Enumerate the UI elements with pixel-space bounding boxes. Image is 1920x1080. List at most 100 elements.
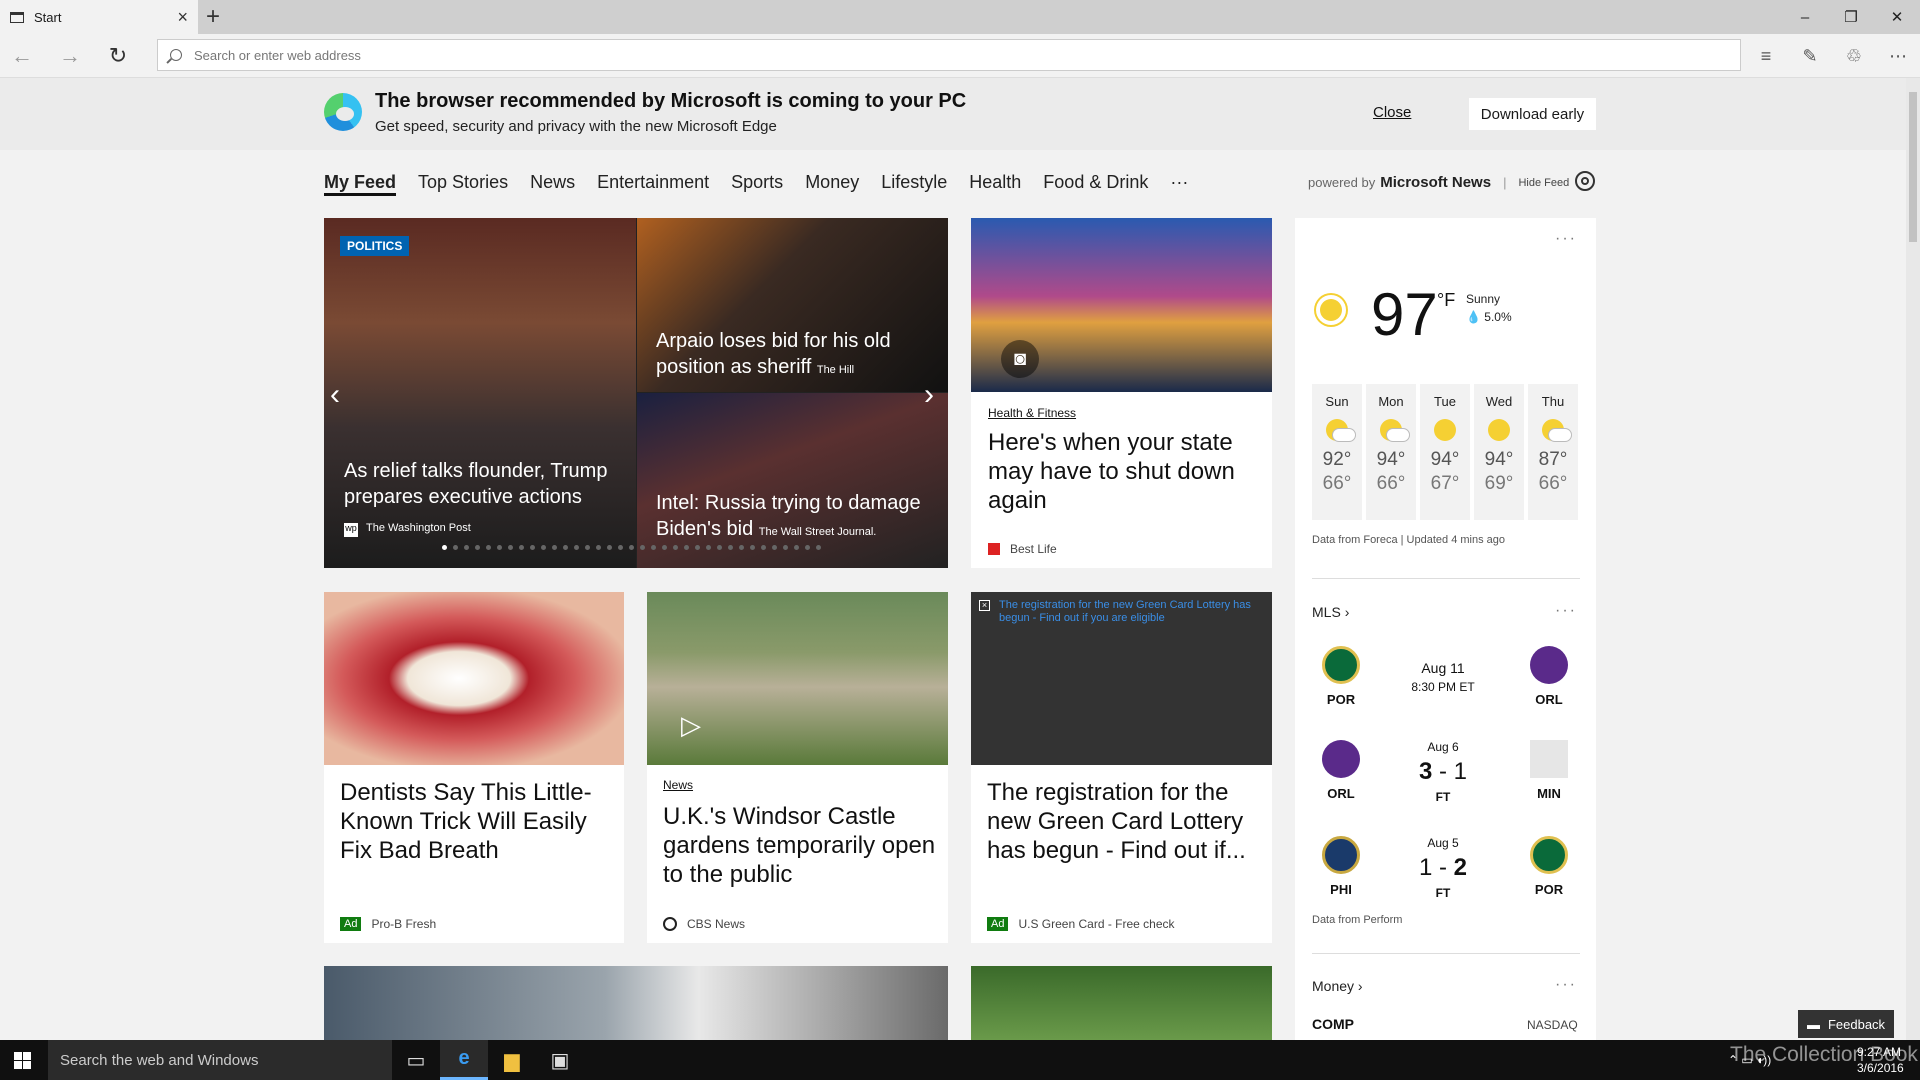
carousel-dot[interactable] xyxy=(805,545,810,550)
carousel-dot[interactable] xyxy=(739,545,744,550)
money-title[interactable]: Money › xyxy=(1312,978,1363,994)
carousel-dot[interactable] xyxy=(728,545,733,550)
scrollbar-thumb[interactable] xyxy=(1909,92,1917,242)
carousel-prev-icon[interactable]: ‹ xyxy=(330,378,340,412)
hero-top-caption[interactable]: Arpaio loses bid for his old position as… xyxy=(656,328,936,383)
tab-close-icon[interactable]: × xyxy=(177,7,188,28)
carousel-dot[interactable] xyxy=(519,545,524,550)
carousel-next-icon[interactable]: › xyxy=(924,378,934,412)
card-category[interactable]: News xyxy=(663,778,693,792)
card-headline[interactable]: The registration for the new Green Card … xyxy=(987,778,1267,865)
carousel-dot[interactable] xyxy=(497,545,502,550)
team-logo-phi[interactable] xyxy=(1322,836,1360,874)
tab-more[interactable]: ··· xyxy=(1170,172,1188,196)
web-note-icon[interactable]: ✎ xyxy=(1795,44,1825,68)
file-explorer-icon[interactable]: ▆ xyxy=(488,1040,536,1080)
banner-close-link[interactable]: Close xyxy=(1373,104,1411,121)
tab-health[interactable]: Health xyxy=(969,172,1021,196)
carousel-dot[interactable] xyxy=(585,545,590,550)
news-card-dentists[interactable]: Dentists Say This Little-Known Trick Wil… xyxy=(324,592,624,943)
carousel-dot[interactable] xyxy=(794,545,799,550)
more-actions-icon[interactable]: ⋯ xyxy=(1883,44,1913,68)
address-bar[interactable]: Search or enter web address xyxy=(157,39,1741,71)
carousel-dot[interactable] xyxy=(508,545,513,550)
news-card-health[interactable]: ◙ Health & Fitness Here's when your stat… xyxy=(971,218,1272,568)
mls-title[interactable]: MLS › xyxy=(1312,604,1349,620)
carousel-dot[interactable] xyxy=(618,545,623,550)
close-button[interactable]: ✕ xyxy=(1874,0,1920,34)
carousel-dot[interactable] xyxy=(464,545,469,550)
tab-top-stories[interactable]: Top Stories xyxy=(418,172,508,196)
carousel-dot[interactable] xyxy=(717,545,722,550)
tab-start[interactable]: Start × xyxy=(0,0,198,34)
carousel-dot[interactable] xyxy=(552,545,557,550)
card-category[interactable]: Health & Fitness xyxy=(988,406,1076,420)
carousel-dot[interactable] xyxy=(772,545,777,550)
carousel-dot[interactable] xyxy=(695,545,700,550)
maximize-button[interactable]: ❐ xyxy=(1828,0,1874,34)
carousel-dot[interactable] xyxy=(541,545,546,550)
tab-money[interactable]: Money xyxy=(805,172,859,196)
task-view-icon[interactable]: ▭ xyxy=(392,1040,440,1080)
team-logo-por[interactable] xyxy=(1322,646,1360,684)
tab-news[interactable]: News xyxy=(530,172,575,196)
carousel-dot[interactable] xyxy=(761,545,766,550)
download-early-button[interactable]: Download early xyxy=(1469,98,1596,130)
news-card-windsor[interactable]: ▷ News U.K.'s Windsor Castle gardens tem… xyxy=(647,592,948,943)
play-icon[interactable]: ▷ xyxy=(681,710,701,741)
team-logo-orl[interactable] xyxy=(1530,646,1568,684)
news-card-green-card[interactable]: × The registration for the new Green Car… xyxy=(971,592,1272,943)
card-headline[interactable]: U.K.'s Windsor Castle gardens temporaril… xyxy=(663,802,943,889)
carousel-dot[interactable] xyxy=(486,545,491,550)
tab-entertainment[interactable]: Entertainment xyxy=(597,172,709,196)
tab-lifestyle[interactable]: Lifestyle xyxy=(881,172,947,196)
stock-symbol[interactable]: COMP xyxy=(1312,1016,1354,1032)
temperature-unit[interactable]: °F xyxy=(1437,290,1455,311)
forecast-day[interactable]: Wed 94° 69° xyxy=(1474,384,1524,520)
card-headline[interactable]: Here's when your state may have to shut … xyxy=(988,428,1258,515)
card-headline[interactable]: Dentists Say This Little-Known Trick Wil… xyxy=(340,778,615,865)
forecast-day[interactable]: Tue 94° 67° xyxy=(1420,384,1470,520)
carousel-dot[interactable] xyxy=(706,545,711,550)
forecast-day[interactable]: Mon 94° 66° xyxy=(1366,384,1416,520)
carousel-dot[interactable] xyxy=(750,545,755,550)
hero-main-caption[interactable]: As relief talks flounder, Trump prepares… xyxy=(344,458,624,510)
forecast-day[interactable]: Sun 92° 66° xyxy=(1312,384,1362,520)
carousel-dot[interactable] xyxy=(662,545,667,550)
money-more-icon[interactable]: ··· xyxy=(1555,976,1577,994)
scrollbar[interactable] xyxy=(1906,78,1920,1040)
gear-icon[interactable] xyxy=(1575,171,1595,191)
carousel-dot[interactable] xyxy=(453,545,458,550)
new-tab-button[interactable]: + xyxy=(206,3,220,31)
feedback-button[interactable]: ▬ Feedback xyxy=(1798,1010,1894,1038)
team-logo-orl[interactable] xyxy=(1322,740,1360,778)
team-logo-por[interactable] xyxy=(1530,836,1568,874)
hero-main-image[interactable] xyxy=(324,218,636,568)
carousel-dot[interactable] xyxy=(475,545,480,550)
carousel-dots[interactable] xyxy=(442,545,821,550)
windows-start-icon[interactable] xyxy=(14,1052,31,1069)
hub-icon[interactable]: ≡ xyxy=(1751,44,1781,68)
forward-icon[interactable]: → xyxy=(52,42,88,70)
tab-sports[interactable]: Sports xyxy=(731,172,783,196)
carousel-dot[interactable] xyxy=(596,545,601,550)
carousel-dot[interactable] xyxy=(530,545,535,550)
carousel-dot[interactable] xyxy=(783,545,788,550)
carousel-dot[interactable] xyxy=(651,545,656,550)
mls-more-icon[interactable]: ··· xyxy=(1555,602,1577,620)
news-card-bottom-right[interactable] xyxy=(971,966,1272,1040)
back-icon[interactable]: ← xyxy=(4,42,40,70)
carousel-dot[interactable] xyxy=(629,545,634,550)
store-icon[interactable]: ▣ xyxy=(536,1040,584,1080)
provider-name[interactable]: Microsoft News xyxy=(1380,174,1491,191)
share-icon[interactable]: ♲ xyxy=(1839,44,1869,68)
forecast-day[interactable]: Thu 87° 66° xyxy=(1528,384,1578,520)
carousel-dot[interactable] xyxy=(563,545,568,550)
carousel-dot[interactable] xyxy=(442,545,447,550)
carousel-dot[interactable] xyxy=(574,545,579,550)
carousel-dot[interactable] xyxy=(673,545,678,550)
team-logo-min[interactable] xyxy=(1530,740,1568,778)
news-card-bottom-wide[interactable] xyxy=(324,966,948,1040)
edge-taskbar-icon[interactable]: e xyxy=(440,1040,488,1080)
hero-carousel[interactable]: POLITICS As relief talks flounder, Trump… xyxy=(324,218,948,568)
